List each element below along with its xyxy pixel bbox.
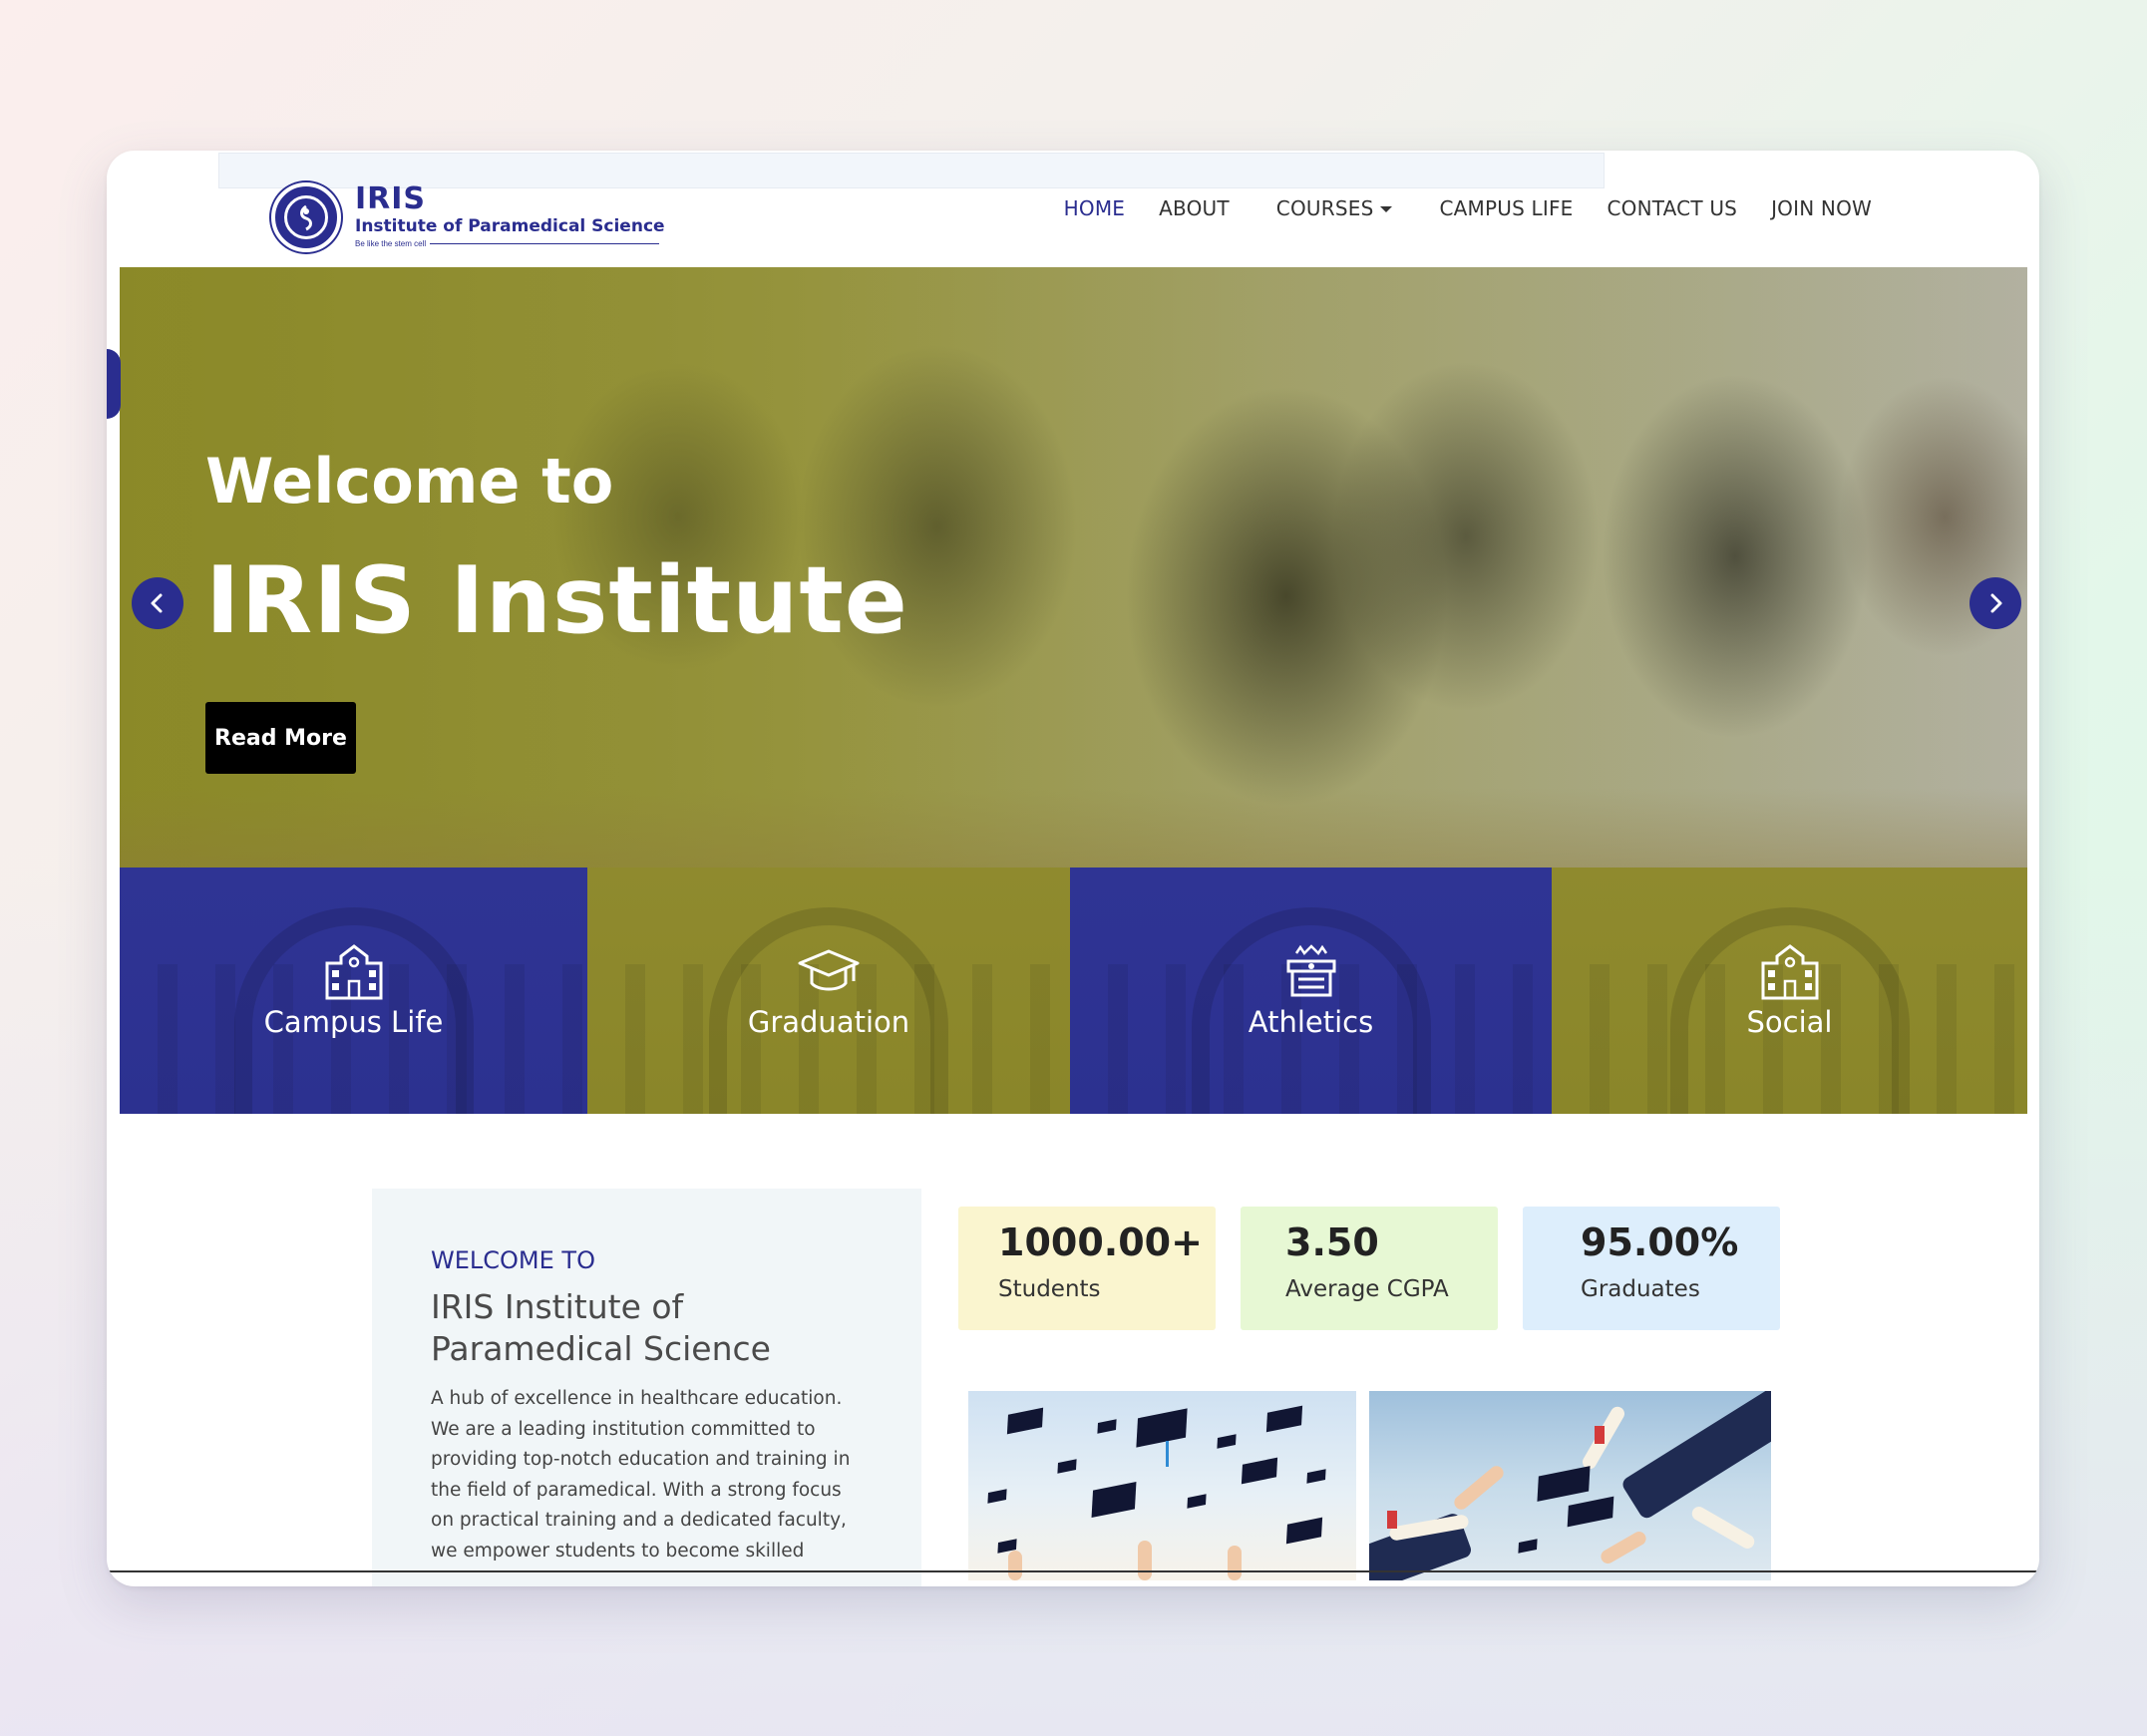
stat-value: 3.50 (1285, 1220, 1379, 1264)
tile-label: Athletics (1248, 1004, 1374, 1039)
nav-contact-us[interactable]: CONTACT US (1608, 196, 1738, 220)
nav-about[interactable]: ABOUT (1159, 196, 1230, 220)
viewport-bottom-rule (107, 1570, 2039, 1572)
stat-graduates: 95.00% Graduates (1523, 1207, 1780, 1330)
logo-seal-icon (271, 182, 341, 252)
tile-campus-life[interactable]: Campus Life (120, 868, 587, 1114)
caret-down-icon (1380, 206, 1393, 212)
tile-social[interactable]: Social (1552, 868, 2027, 1114)
browser-window: IRIS Institute of Paramedical Science Be… (107, 151, 2039, 1586)
graduation-caps-photo (968, 1391, 1356, 1580)
stat-value: 1000.00+ (998, 1220, 1203, 1264)
feature-tiles: Campus Life Graduation Athletics Social (120, 868, 2027, 1114)
hero-welcome: Welcome to (205, 445, 614, 518)
nav-courses[interactable]: COURSES (1276, 196, 1393, 220)
stat-cgpa: 3.50 Average CGPA (1241, 1207, 1498, 1330)
tile-label: Campus Life (263, 1004, 444, 1039)
stat-value: 95.00% (1581, 1220, 1739, 1264)
logo-subtitle: Institute of Paramedical Science (355, 216, 665, 236)
stadium-icon (1286, 943, 1335, 996)
graduation-cap-icon (798, 949, 860, 990)
logo-tagline-text: Be like the stem cell (355, 239, 427, 248)
main-nav: HOME ABOUT COURSES CAMPUS LIFE CONTACT U… (1030, 196, 1872, 220)
hero-desk (120, 788, 2027, 868)
hero-title: IRIS Institute (205, 546, 908, 654)
welcome-title: IRIS Institute of Paramedical Science (431, 1287, 771, 1368)
side-accent-tab (107, 349, 121, 419)
graduates-celebration-photo (1369, 1391, 1771, 1580)
nav-join-now[interactable]: JOIN NOW (1771, 196, 1872, 220)
site-logo[interactable]: IRIS Institute of Paramedical Science Be… (271, 182, 665, 252)
stat-label: Students (998, 1276, 1101, 1302)
school-building-icon (325, 943, 382, 999)
logo-tagline: Be like the stem cell (355, 239, 665, 248)
site-header: IRIS Institute of Paramedical Science Be… (107, 151, 2039, 267)
tile-athletics[interactable]: Athletics (1070, 868, 1552, 1114)
tile-graduation[interactable]: Graduation (587, 868, 1070, 1114)
nav-home[interactable]: HOME (1064, 196, 1125, 220)
carousel-prev-button[interactable] (132, 577, 183, 629)
school-building-icon (1761, 943, 1818, 999)
chevron-right-icon (1990, 593, 2002, 613)
stat-students: 1000.00+ Students (958, 1207, 1216, 1330)
welcome-kicker: WELCOME TO (431, 1246, 595, 1274)
welcome-body: A hub of excellence in healthcare educat… (431, 1388, 851, 1562)
tile-label: Social (1746, 1004, 1833, 1039)
welcome-card: WELCOME TO IRIS Institute of Paramedical… (372, 1189, 921, 1586)
stat-label: Average CGPA (1285, 1276, 1449, 1302)
hero-carousel: Welcome to IRIS Institute Read More (120, 267, 2027, 868)
carousel-next-button[interactable] (1969, 577, 2021, 629)
stat-label: Graduates (1581, 1276, 1700, 1302)
read-more-button[interactable]: Read More (205, 702, 356, 774)
tile-label: Graduation (747, 1004, 910, 1039)
chevron-left-icon (151, 593, 163, 613)
nav-courses-label: COURSES (1275, 196, 1374, 220)
logo-title: IRIS (355, 181, 427, 216)
nav-campus-life[interactable]: CAMPUS LIFE (1439, 196, 1573, 220)
